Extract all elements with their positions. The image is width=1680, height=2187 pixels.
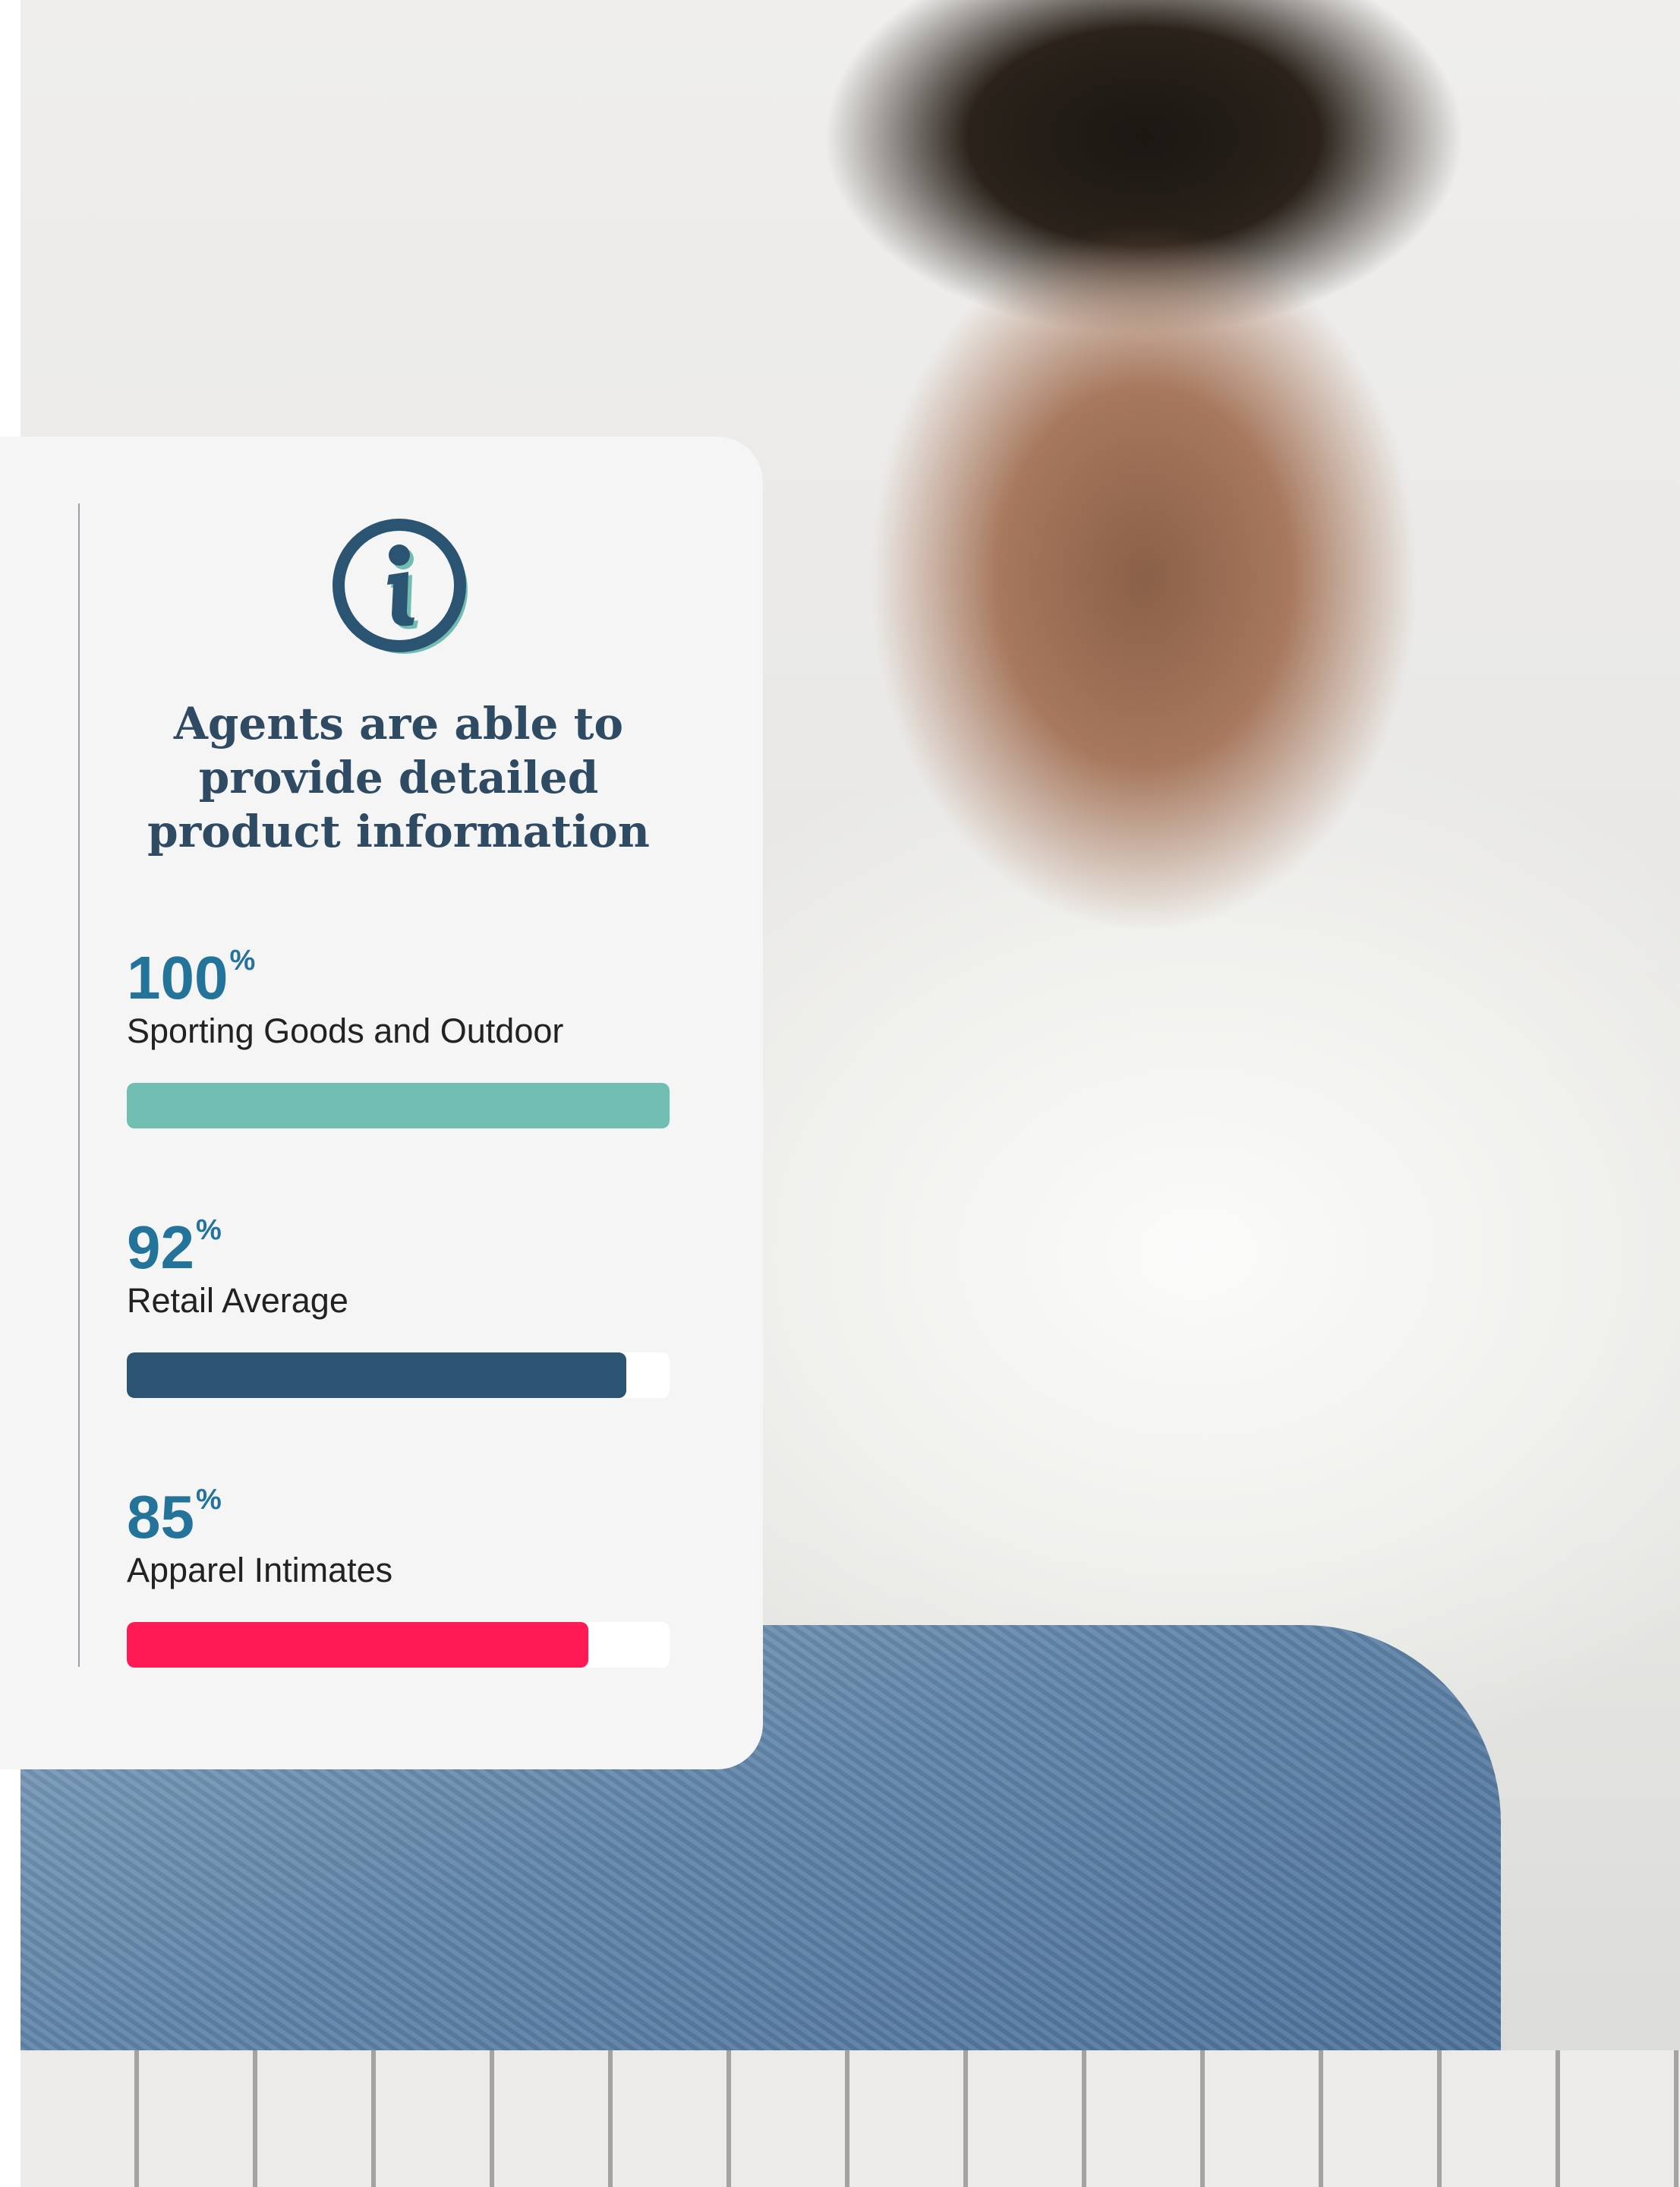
tiled-counter-in-photo <box>20 2050 1680 2187</box>
info-icon <box>333 519 468 654</box>
stat-value-retail-average: 92% <box>127 1213 222 1281</box>
stat-label-retail-average: Retail Average <box>127 1281 348 1320</box>
stat-label-apparel-intimates: Apparel Intimates <box>127 1551 393 1589</box>
panel-headline: Agents are able to provide detailed prod… <box>147 698 650 857</box>
stat-value-sporting-goods: 100% <box>127 944 256 1011</box>
progress-fill-sporting-goods <box>127 1083 670 1128</box>
progress-bar-apparel-intimates <box>127 1622 670 1668</box>
stat-label-sporting-goods: Sporting Goods and Outdoor <box>127 1011 564 1050</box>
panel-divider <box>78 503 80 1667</box>
progress-bar-retail-average <box>127 1352 670 1398</box>
progress-bar-sporting-goods <box>127 1083 670 1128</box>
stat-value-apparel-intimates: 85% <box>127 1483 222 1551</box>
progress-fill-apparel-intimates <box>127 1622 588 1668</box>
progress-fill-retail-average <box>127 1352 626 1398</box>
